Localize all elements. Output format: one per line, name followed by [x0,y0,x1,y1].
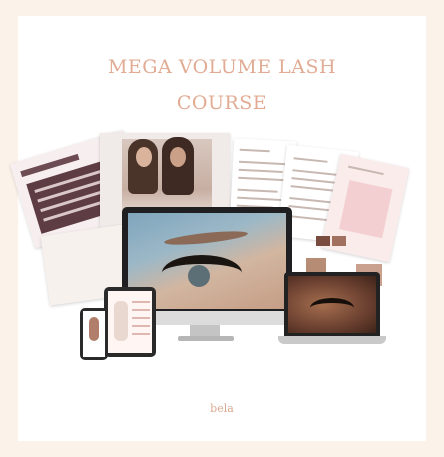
course-title-line-1: MEGA VOLUME LASH [107,56,337,78]
swatch [316,236,330,246]
course-title-line-2: COURSE [176,92,268,114]
monitor-base [178,336,234,341]
brand-logo-text: bela [210,402,234,415]
swatch [332,236,346,246]
phone-icon [80,308,108,360]
brand-logo: bela [0,402,444,415]
laptop-icon [278,272,386,344]
tablet-icon [104,287,156,357]
